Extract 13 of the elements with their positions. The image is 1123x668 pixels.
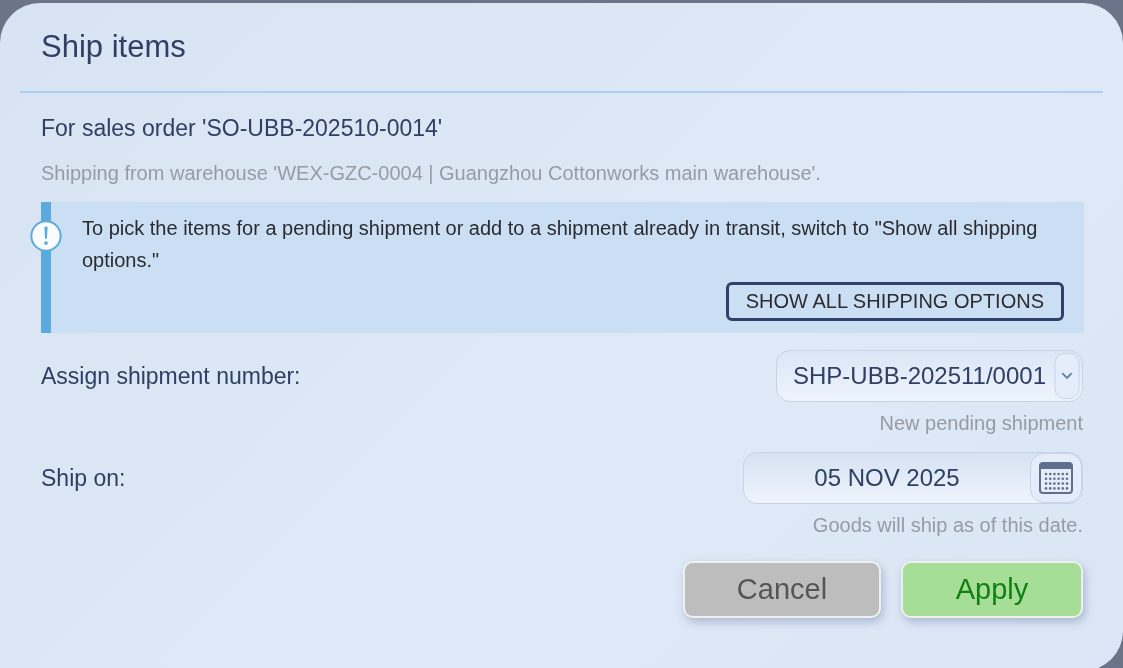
dialog-title: Ship items — [41, 29, 187, 66]
show-all-options-button[interactable]: SHOW ALL SHIPPING OPTIONS — [725, 282, 1064, 321]
field-hint: Goods will ship as of this date. — [811, 514, 1083, 537]
field-hint: New pending shipment — [878, 412, 1083, 435]
field-label: Assign shipment number: — [41, 362, 301, 390]
warehouse-text: Shipping from warehouse 'WEX-GZC-0004 | Guangzhou Cottonworks main warehouse'. — [41, 162, 822, 185]
shipment-dropdown[interactable]: SHP-UBB-202511/0001 — [775, 350, 1083, 402]
notice-text: To pick the items for a pending shipment or add to a shipment already in transit, switch to "Show all shipping options." — [82, 216, 1039, 273]
field-label: Ship on: — [41, 464, 126, 492]
calendar-icon[interactable] — [1030, 453, 1082, 503]
order-text: For sales order 'SO-UBB-202510-0014' — [41, 115, 444, 142]
chevron-down-icon — [1054, 353, 1080, 399]
cancel-button[interactable]: Cancel — [683, 561, 881, 618]
